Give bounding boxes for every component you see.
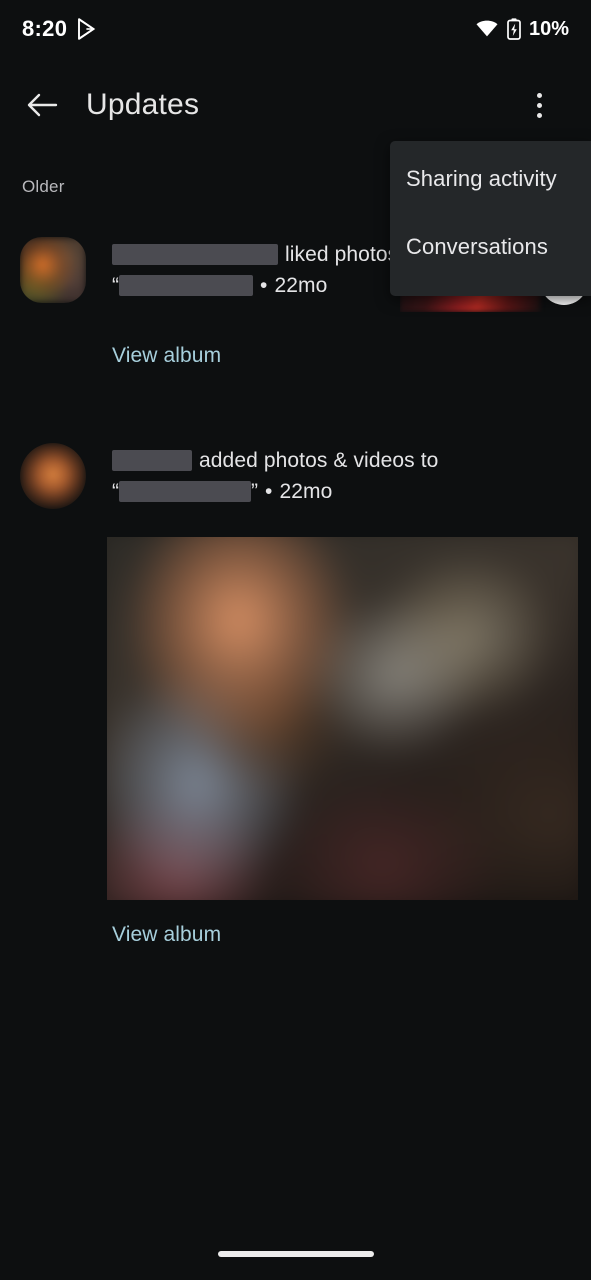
quote-open: “ (112, 273, 119, 297)
update-subline: “ ” • 22mo (112, 476, 582, 507)
update-media-preview[interactable] (107, 537, 578, 900)
update-text-block: added photos & videos to “ ” • 22mo (112, 445, 582, 507)
redacted-album-name (119, 481, 251, 502)
page-title: Updates (86, 88, 200, 121)
back-arrow-icon (26, 92, 58, 118)
overflow-dropdown-menu: Sharing activity Conversations (390, 141, 591, 296)
photo-preview-blurred (107, 537, 578, 900)
redacted-album-name (119, 275, 253, 296)
menu-item-sharing-activity[interactable]: Sharing activity (390, 145, 591, 213)
overflow-menu-icon-dot (536, 112, 542, 118)
update-action-text: added photos & videos to (199, 448, 439, 472)
back-button[interactable] (16, 79, 68, 131)
battery-charging-icon (507, 18, 521, 40)
redacted-user-name (112, 244, 278, 265)
avatar (20, 237, 86, 303)
redacted-user-name (112, 450, 192, 471)
update-timestamp: 22mo (274, 273, 328, 297)
view-album-link[interactable]: View album (112, 923, 221, 947)
view-album-link[interactable]: View album (112, 344, 221, 368)
avatar (20, 443, 86, 509)
update-action-text: liked photos (285, 242, 399, 266)
status-bar-right: 10% (475, 18, 569, 41)
overflow-menu-button[interactable] (517, 81, 561, 129)
update-timestamp: 22mo (279, 479, 333, 503)
quote-open: “ (112, 479, 119, 503)
home-gesture-pill[interactable] (217, 1251, 374, 1257)
overflow-menu-icon-dot (536, 102, 542, 108)
overflow-menu-icon (536, 92, 542, 98)
wifi-icon (475, 20, 499, 38)
status-bar-clock: 8:20 (22, 16, 68, 41)
section-header-older: Older (22, 177, 65, 196)
app-bar: Updates (0, 72, 591, 138)
update-headline: added photos & videos to (112, 445, 582, 476)
bullet-separator: • (260, 273, 268, 297)
quote-close: ” (251, 479, 258, 503)
status-bar-left: 8:20 (22, 16, 97, 42)
bullet-separator: • (265, 479, 273, 503)
menu-item-conversations[interactable]: Conversations (390, 213, 591, 281)
status-bar: 8:20 10% (0, 0, 591, 58)
battery-percentage: 10% (528, 17, 569, 40)
play-store-icon (77, 18, 97, 40)
